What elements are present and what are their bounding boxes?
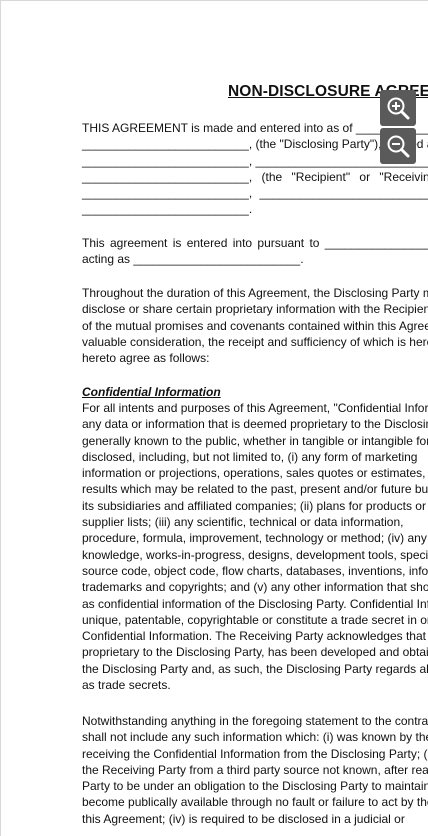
paragraph-line: Party to be under an obligation to the D… xyxy=(82,779,428,794)
paragraph-line: Confidential Information. The Receiving … xyxy=(82,629,428,644)
paragraph-line: shall not include any such information w… xyxy=(82,730,428,745)
paragraph-line: supplier lists; (iii) any scientific, te… xyxy=(82,515,404,530)
paragraph-line: as trade secrets. xyxy=(82,678,171,693)
paragraph-line: trademarks and copyrights; and (v) any o… xyxy=(82,580,428,595)
paragraph-line: source code, object code, flow charts, d… xyxy=(82,563,428,578)
paragraph-line: this Agreement; (iv) is required to be d… xyxy=(82,811,405,826)
intro-line: _________________________, _____________… xyxy=(82,153,428,168)
paragraph-line: proprietary to the Disclosing Party, has… xyxy=(82,645,428,660)
pursuant-line: This agreement is entered into pursuant … xyxy=(82,236,428,250)
paragraph-line: the Disclosing Party and, as such, the D… xyxy=(82,661,428,676)
paragraph-line: unique, patentable, copyrightable or con… xyxy=(82,612,428,627)
paragraph-line: the Receiving Party from a third party s… xyxy=(82,762,428,777)
exclusions-paragraph: Notwithstanding anything in the foregoin… xyxy=(82,713,428,827)
zoom-in-icon xyxy=(385,95,411,121)
paragraph-line: information or projections, operations, … xyxy=(82,466,428,481)
paragraph-line: knowledge, works-in-progress, designs, d… xyxy=(82,547,428,562)
paragraph-line: become publically available through no f… xyxy=(82,795,428,810)
paragraph-line: Throughout the duration of this Agreemen… xyxy=(82,286,428,300)
paragraph-line: any data or information that is deemed p… xyxy=(82,417,428,432)
paragraph-line: its subsidiaries and affiliated companie… xyxy=(82,498,426,513)
intro-line: _________________________, (the "Disclos… xyxy=(82,137,428,152)
pursuant-line: acting as _________________________. xyxy=(82,252,304,267)
zoom-in-button[interactable] xyxy=(380,90,416,126)
paragraph-line: Notwithstanding anything in the foregoin… xyxy=(82,714,428,728)
paragraph-line: For all intents and purposes of this Agr… xyxy=(82,401,428,415)
section-heading: Confidential Information xyxy=(82,385,221,399)
intro-line: _________________________. xyxy=(82,202,253,217)
intro-paragraph: THIS AGREEMENT is made and entered into … xyxy=(82,120,428,218)
intro-line: _________________________, _____________… xyxy=(82,186,428,201)
document-page: NON-DISCLOSURE AGREEMENT THIS AGREEMENT … xyxy=(0,0,428,836)
zoom-out-button[interactable] xyxy=(380,128,416,164)
paragraph-line: receiving the Confidential Information f… xyxy=(82,746,428,761)
paragraph-line: generally known to the public, whether i… xyxy=(82,433,428,448)
paragraph-line: hereto agree as follows: xyxy=(82,351,210,366)
paragraph-line: valuable consideration, the receipt and … xyxy=(82,334,428,349)
intro-line: THIS AGREEMENT is made and entered into … xyxy=(82,121,428,135)
recital-paragraph: Throughout the duration of this Agreemen… xyxy=(82,285,428,366)
paragraph-line: disclose or share certain proprietary in… xyxy=(82,302,428,317)
pursuant-paragraph: This agreement is entered into pursuant … xyxy=(82,235,428,268)
paragraph-line: of the mutual promises and covenants con… xyxy=(82,318,428,333)
confidential-info-paragraph: For all intents and purposes of this Agr… xyxy=(82,400,428,693)
paragraph-line: as confidential information of the Discl… xyxy=(82,596,428,611)
intro-line: _________________________, (the "Recipie… xyxy=(82,169,428,184)
paragraph-line: procedure, formula, improvement, technol… xyxy=(82,531,427,546)
zoom-out-icon xyxy=(385,133,411,159)
paragraph-line: results which may be related to the past… xyxy=(82,482,428,497)
paragraph-line: disclosed, including, but not limited to… xyxy=(82,449,418,464)
